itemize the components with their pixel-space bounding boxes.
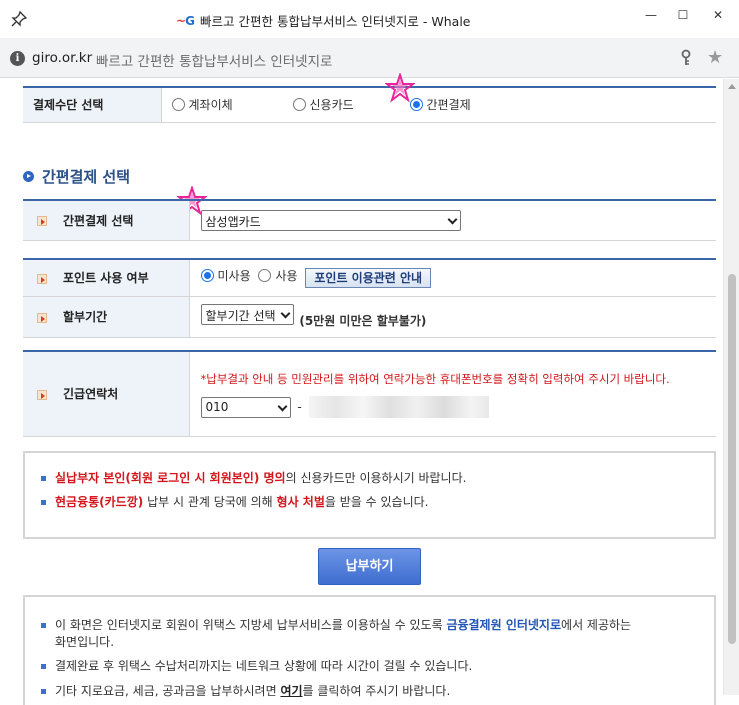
radio-account-transfer[interactable]: 계좌이체 xyxy=(171,96,233,113)
radio-circle[interactable] xyxy=(292,97,306,111)
key-icon[interactable] xyxy=(680,49,692,67)
page-content: 결제수단 선택 계좌이체 신용카드 간편결제 간편결제 선택 간편결제 선택 삼… xyxy=(0,73,739,705)
bullet-icon xyxy=(41,664,46,669)
payment-method-options: 계좌이체 신용카드 간편결제 xyxy=(161,86,716,123)
installment-cell: 할부기간 선택 (5만원 미만은 할부불가) xyxy=(189,296,716,338)
bullet-icon xyxy=(41,476,46,481)
points-options-cell: 미사용 사용 포인트 이용관련 안내 xyxy=(189,258,716,297)
chevron-down-icon xyxy=(447,214,457,225)
site-info-icon[interactable]: i xyxy=(10,51,25,66)
bullet-icon xyxy=(41,689,46,694)
simple-pay-label-cell: 간편결제 선택 xyxy=(23,199,190,241)
installment-label-cell: 할부기간 xyxy=(23,296,190,338)
arrow-icon xyxy=(37,216,47,227)
info-line-1-cont: 화면입니다. xyxy=(55,635,115,649)
arrow-icon xyxy=(37,273,47,284)
info-here-link[interactable]: 여기 xyxy=(280,684,302,698)
bookmark-star-icon[interactable]: ★ xyxy=(707,47,723,68)
section-bullet-icon xyxy=(23,171,34,182)
payment-method-label: 결제수단 선택 xyxy=(23,86,162,123)
radio-credit-card[interactable]: 신용카드 xyxy=(292,96,354,113)
info-line-2: 결제완료 후 위택스 수납처리까지는 네트워크 상황에 따라 시간이 걸릴 수 … xyxy=(25,657,714,674)
info-line-3: 기타 지로요금, 세금, 공과금을 납부하시려면 여기를 클릭하여 주시기 바랍… xyxy=(25,682,714,699)
window-titlebar: ~G 빠르고 간편한 통합납부서비스 인터넷지로 - Whale — ☐ ✕ xyxy=(0,0,739,38)
phone-dash: - xyxy=(297,399,302,414)
bullet-icon xyxy=(41,623,46,628)
pin-icon[interactable] xyxy=(10,10,28,28)
window-title: 빠르고 간편한 통합납부서비스 인터넷지로 - Whale xyxy=(200,14,471,29)
arrow-icon xyxy=(37,312,47,323)
bullet-icon xyxy=(41,500,46,505)
radio-circle[interactable] xyxy=(171,97,185,111)
points-table: 포인트 사용 여부 미사용 사용 포인트 이용관련 안내 할부기간 할부기간 선… xyxy=(23,258,716,338)
contact-table: 긴급연락처 *납부결과 안내 등 민원관리를 위하여 연락가능한 휴대폰번호를 … xyxy=(23,350,716,437)
radio-circle[interactable] xyxy=(258,269,272,283)
contact-label-cell: 긴급연락처 xyxy=(23,350,190,437)
address-page-title: 빠르고 간편한 통합납부서비스 인터넷지로 xyxy=(96,54,333,70)
warning-line-1: 실납부자 본인(회원 로그인 시 회원본인) 명의의 신용카드만 이용하시기 바… xyxy=(25,469,714,486)
payment-frame: 결제수단 선택 계좌이체 신용카드 간편결제 간편결제 선택 간편결제 선택 삼… xyxy=(23,73,717,705)
installment-note: (5만원 미만은 할부불가) xyxy=(299,314,427,328)
star-mark-icon xyxy=(385,73,415,103)
radio-simple-pay[interactable]: 간편결제 xyxy=(409,96,471,113)
vertical-scrollbar[interactable] xyxy=(723,79,739,695)
warning-line-2: 현금융통(카드깡) 납부 시 관계 당국에 의해 형사 처벌을 받을 수 있습니… xyxy=(25,493,714,510)
simple-pay-select-cell: 삼성앱카드 xyxy=(189,199,716,241)
simple-pay-section-title: 간편결제 선택 xyxy=(23,166,130,187)
pay-button[interactable]: 납부하기 xyxy=(318,548,421,585)
radio-circle-selected[interactable] xyxy=(200,269,214,283)
scroll-up-arrow-icon[interactable] xyxy=(728,84,736,89)
window-title-group: ~G 빠르고 간편한 통합납부서비스 인터넷지로 - Whale xyxy=(176,11,470,30)
chevron-down-icon xyxy=(277,401,287,412)
contact-notice: *납부결과 안내 등 민원관리를 위하여 연락가능한 휴대폰번호를 정확히 입력… xyxy=(200,372,670,387)
minimize-button[interactable]: — xyxy=(636,4,666,26)
arrow-icon xyxy=(37,389,47,400)
address-url[interactable]: giro.or.kr xyxy=(32,50,92,66)
points-label-cell: 포인트 사용 여부 xyxy=(23,258,190,297)
close-button[interactable]: ✕ xyxy=(703,4,733,26)
giro-logo-icon: ~G xyxy=(176,13,195,28)
simple-pay-table: 간편결제 선택 삼성앱카드 xyxy=(23,199,716,241)
info-line-1: 이 화면은 인터넷지로 회원이 위택스 지방세 납부서비스를 이용하실 수 있도… xyxy=(25,617,714,634)
warning-notice-box: 실납부자 본인(회원 로그인 시 회원본인) 명의의 신용카드만 이용하시기 바… xyxy=(23,451,716,539)
phone-prefix-select[interactable]: 010 xyxy=(200,396,291,418)
points-info-button[interactable]: 포인트 이용관련 안내 xyxy=(305,268,432,289)
phone-number-input-blurred[interactable] xyxy=(308,396,489,419)
simple-pay-select[interactable]: 삼성앱카드 xyxy=(200,209,461,231)
maximize-button[interactable]: ☐ xyxy=(668,4,698,26)
contact-input-cell: *납부결과 안내 등 민원관리를 위하여 연락가능한 휴대폰번호를 정확히 입력… xyxy=(189,350,716,437)
info-notice-box: 이 화면은 인터넷지로 회원이 위택스 지방세 납부서비스를 이용하실 수 있도… xyxy=(23,595,716,705)
radio-points-unused[interactable]: 미사용 xyxy=(200,267,251,284)
scrollbar-thumb[interactable] xyxy=(728,274,736,644)
chevron-down-icon xyxy=(280,308,290,319)
radio-points-used[interactable]: 사용 xyxy=(258,267,298,284)
address-bar[interactable]: i giro.or.kr 빠르고 간편한 통합납부서비스 인터넷지로 ★ xyxy=(0,38,739,78)
installment-select[interactable]: 할부기간 선택 xyxy=(200,304,294,325)
payment-method-table: 결제수단 선택 계좌이체 신용카드 간편결제 xyxy=(23,86,716,123)
